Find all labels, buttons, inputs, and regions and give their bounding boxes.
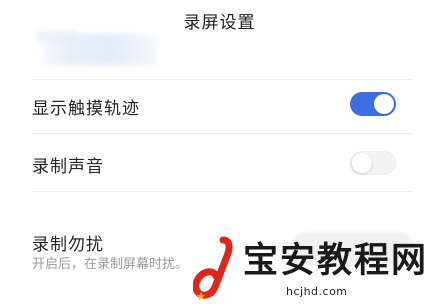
watermark: 宝安教程网 hcjhd.com [193, 236, 439, 306]
screen-recording-settings-screen: 录屏设置 显示触摸轨迹 录制声音 录制勿扰 开启后，在录制屏幕时扰。 宝安教程网… [0, 0, 439, 306]
toggle-knob [352, 153, 372, 173]
watermark-url: hcjhd.com [286, 285, 348, 298]
divider [32, 191, 413, 192]
toggle-knob [374, 94, 394, 114]
recording-do-not-disturb-label: 录制勿扰 [32, 235, 104, 255]
show-touch-trail-toggle[interactable] [350, 92, 396, 116]
record-audio-toggle[interactable] [350, 151, 396, 175]
show-touch-trail-label: 显示触摸轨迹 [32, 99, 140, 119]
blurred-region [40, 34, 158, 66]
watermark-logo-icon [193, 236, 233, 300]
record-audio-label: 录制声音 [32, 157, 104, 177]
recording-do-not-disturb-description: 开启后，在录制屏幕时扰。 [32, 257, 189, 272]
divider [32, 79, 413, 80]
watermark-title: 宝安教程网 [243, 240, 429, 281]
divider [32, 133, 413, 134]
